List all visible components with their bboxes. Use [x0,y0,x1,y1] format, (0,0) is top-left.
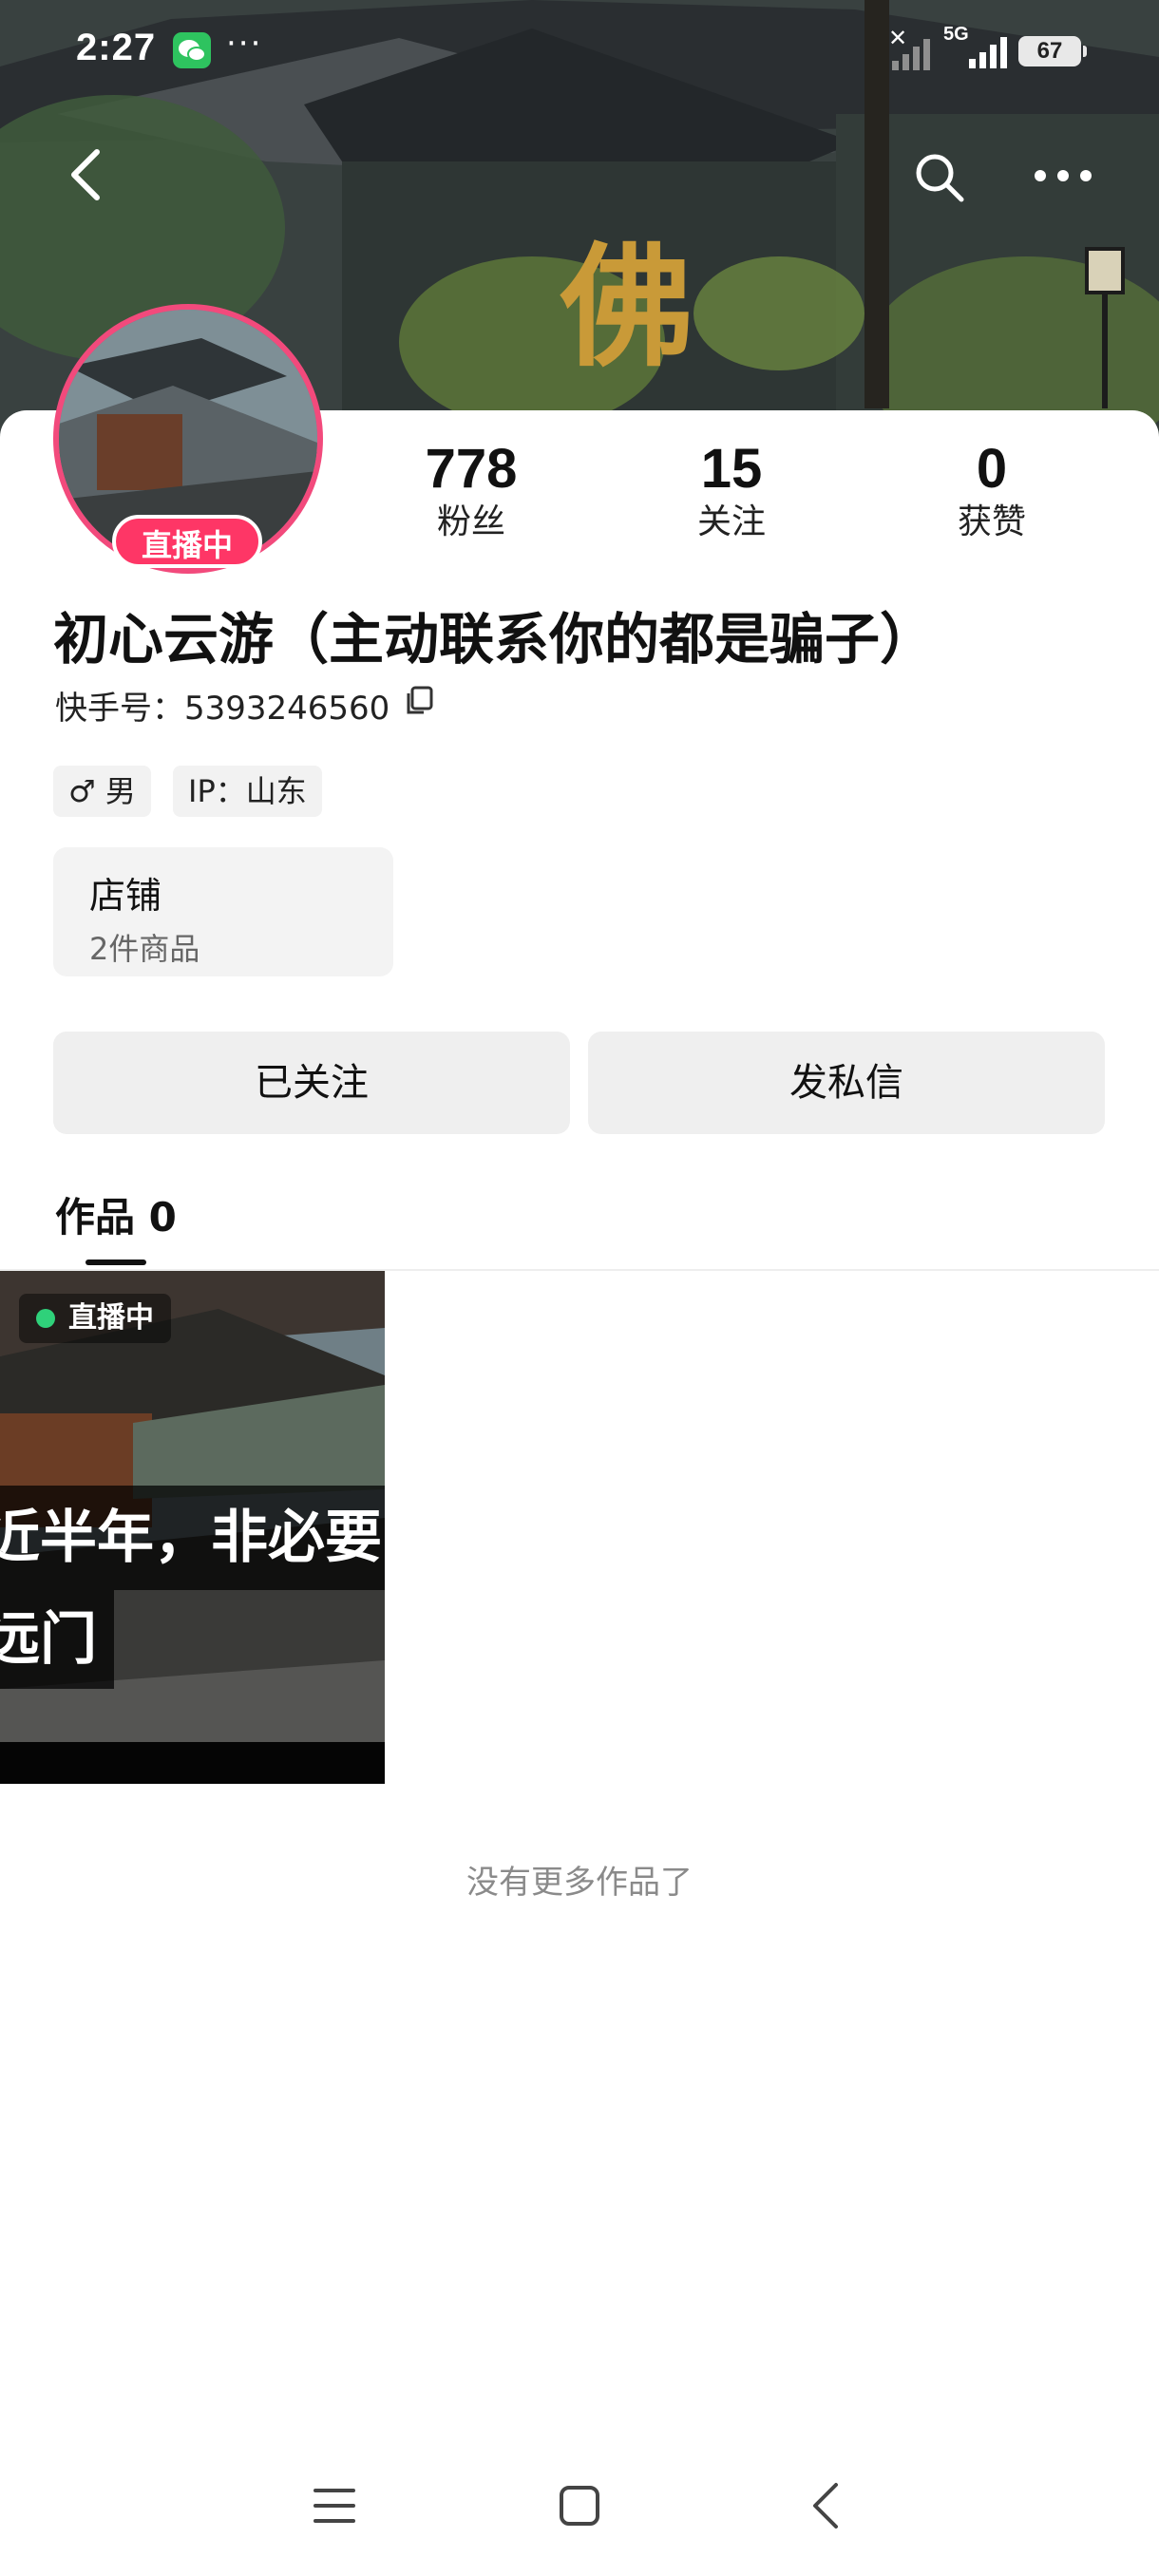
stat-following[interactable]: 15 关注 [646,439,817,545]
status-more-icon: ··· [226,25,263,63]
work-item-thumbnail[interactable]: 直播中 近半年，非必要 远门 [0,1271,385,1784]
home-icon[interactable] [559,2485,600,2527]
tab-active-indicator [86,1260,146,1265]
back-arrow-icon[interactable] [66,148,104,201]
likes-label: 获赞 [957,502,1026,541]
fans-count: 778 [425,438,518,500]
system-back-icon[interactable] [809,2481,842,2530]
kuaishou-id: 快手号：5393246560 [55,690,390,728]
recent-apps-icon[interactable] [314,2487,355,2525]
work-caption-line1: 近半年，非必要 [0,1486,385,1590]
no-more-works-text: 没有更多作品了 [466,1864,693,1902]
signal-sim1-icon [892,39,930,70]
stat-fans[interactable]: 778 粉丝 [386,439,557,545]
tab-works[interactable]: 作品 0 [55,1185,177,1243]
shop-card[interactable]: 店铺 2件商品 [53,847,393,976]
live-dot-icon [36,1309,55,1328]
fans-label: 粉丝 [436,502,505,541]
signal-sim2-icon [969,37,1007,68]
ip-location-tag: IP：山东 [173,766,322,817]
stat-likes[interactable]: 0 获赞 [906,439,1077,545]
shop-title: 店铺 [89,875,162,917]
profile-nickname: 初心云游（主动联系你的都是骗子） [53,607,936,672]
shop-product-count: 2件商品 [89,931,200,967]
status-bar: 2:27 ··· ✕ 5G 67 [0,0,1159,104]
search-icon[interactable] [914,152,965,203]
banner-character: 佛 [560,230,694,386]
live-now-badge[interactable]: 直播中 [112,515,262,568]
avatar-container[interactable]: 直播中 [53,304,323,574]
more-options-icon[interactable] [1034,169,1092,182]
work-live-label: 直播中 [68,1301,154,1335]
work-caption-line2: 远门 [0,1590,114,1689]
likes-count: 0 [976,438,1008,500]
following-label: 关注 [696,502,766,541]
copy-icon[interactable] [405,686,433,716]
wechat-icon [173,32,211,68]
work-bottom-bar [0,1742,385,1784]
status-time: 2:27 [76,27,157,68]
work-live-badge: 直播中 [19,1294,171,1343]
followed-button[interactable]: 已关注 [53,1032,570,1134]
battery-indicator: 67 [1018,36,1087,66]
send-message-button[interactable]: 发私信 [588,1032,1105,1134]
gender-tag: ♂ 男 [53,766,151,817]
following-count: 15 [700,438,763,500]
